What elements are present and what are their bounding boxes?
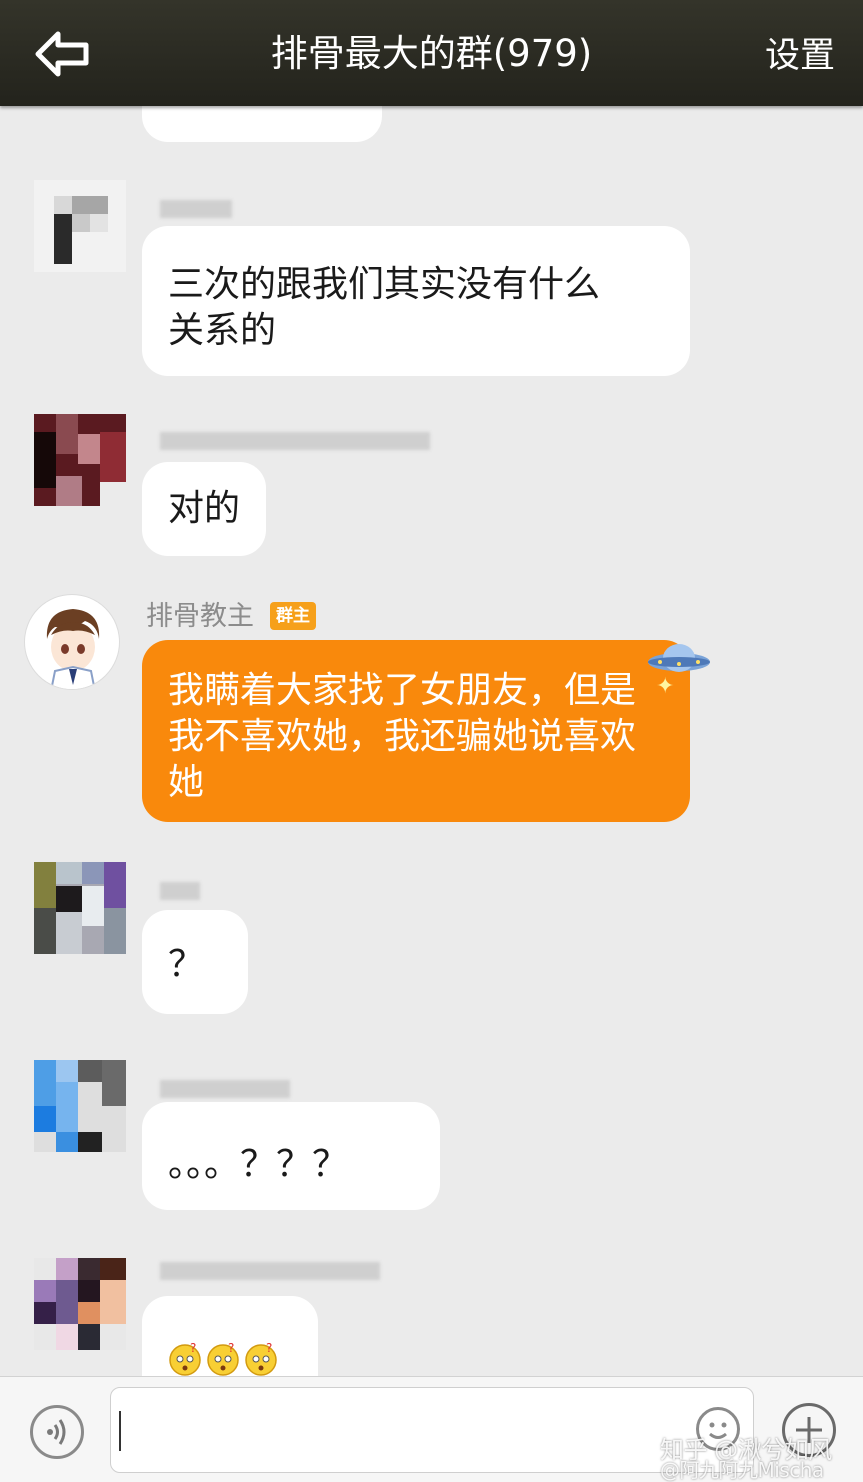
message-text: 三次的跟我们其实没有什么 关系的	[168, 264, 601, 351]
settings-button[interactable]: 设置	[765, 30, 835, 82]
back-button[interactable]	[32, 28, 94, 80]
avatar[interactable]	[34, 180, 126, 272]
ufo-sticker-icon	[648, 644, 710, 672]
group-owner-avatar[interactable]	[24, 594, 120, 690]
confused-face-icon: ?	[207, 1342, 239, 1376]
avatar[interactable]	[34, 1258, 126, 1350]
message-bubble[interactable]	[142, 106, 382, 142]
svg-text:?: ?	[266, 1342, 272, 1355]
message-bubble[interactable]: 。。。？？？	[142, 1102, 440, 1210]
message-bubble[interactable]: 对的	[142, 462, 266, 556]
emoji-row: ? ? ?	[168, 1342, 292, 1376]
sender-name-blurred	[160, 432, 430, 450]
chat-header: 排骨最大的群(979) 设置	[0, 0, 863, 106]
message-list[interactable]: 三次的跟我们其实没有什么 关系的 对的 排骨教主 群主 我瞒着大家找了女朋友，但…	[0, 106, 863, 1376]
owner-message-bubble[interactable]: 我瞒着大家找了女朋友，但是 我不喜欢她，我还骗她说喜欢 她	[142, 640, 690, 822]
sender-name-blurred	[160, 200, 232, 218]
text-caret	[119, 1411, 121, 1451]
sender-name-blurred	[160, 1262, 380, 1280]
message-bubble[interactable]: ？	[142, 910, 248, 1014]
message-bubble[interactable]: 三次的跟我们其实没有什么 关系的	[142, 226, 690, 376]
voice-icon	[47, 1419, 66, 1445]
message-text: 我瞒着大家找了女朋友，但是 我不喜欢她，我还骗她说喜欢 她	[168, 670, 637, 803]
message-text: 。。。？？？	[168, 1144, 349, 1185]
back-arrow-icon	[35, 31, 89, 77]
sender-name-blurred	[160, 1080, 290, 1098]
avatar[interactable]	[34, 862, 126, 954]
message-text: ？	[168, 944, 205, 985]
sender-name-blurred	[160, 882, 200, 900]
voice-button[interactable]	[30, 1405, 84, 1459]
svg-text:?: ?	[228, 1342, 234, 1355]
message-text: 对的	[168, 488, 241, 529]
chat-title: 排骨最大的群(979)	[270, 32, 593, 75]
sender-name[interactable]: 排骨教主	[146, 600, 254, 634]
confused-face-icon: ?	[169, 1342, 201, 1376]
svg-text:?: ?	[190, 1342, 196, 1355]
avatar[interactable]	[34, 414, 126, 506]
sparkle-icon: ✦	[656, 674, 675, 699]
message-input[interactable]	[110, 1387, 754, 1473]
anime-boy-avatar-icon	[46, 609, 100, 689]
avatar[interactable]	[34, 1060, 126, 1152]
weibo-logo-icon	[628, 1438, 654, 1456]
message-bubble[interactable]: ? ? ?	[142, 1296, 318, 1376]
watermark-text-secondary: @阿九阿九Mischa	[660, 1458, 824, 1482]
watermark-secondary: @阿九阿九Mischa	[660, 1454, 824, 1482]
confused-face-icon: ?	[245, 1342, 277, 1376]
group-owner-badge: 群主	[270, 602, 316, 630]
